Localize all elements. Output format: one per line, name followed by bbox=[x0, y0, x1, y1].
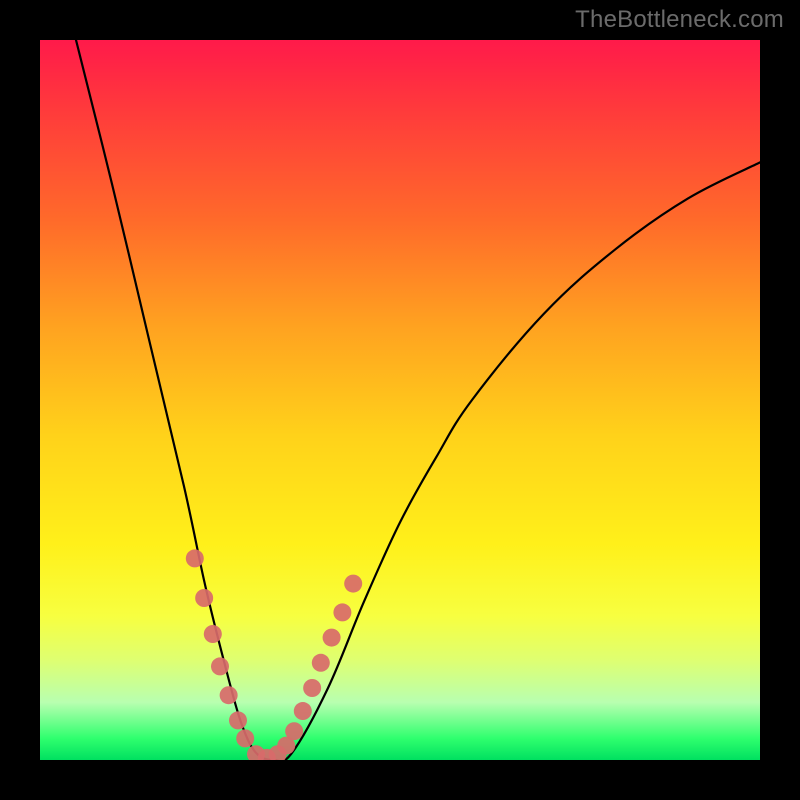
bottleneck-curve bbox=[76, 40, 760, 760]
watermark-text: TheBottleneck.com bbox=[575, 6, 784, 34]
highlight-marker bbox=[204, 625, 222, 643]
highlight-marker bbox=[285, 722, 303, 740]
highlight-marker bbox=[303, 679, 321, 697]
highlight-marker bbox=[294, 702, 312, 720]
highlight-marker bbox=[211, 657, 229, 675]
plot-area bbox=[40, 40, 760, 760]
curve-svg bbox=[40, 40, 760, 760]
highlight-markers bbox=[186, 549, 362, 760]
chart-frame: TheBottleneck.com bbox=[0, 0, 800, 800]
highlight-marker bbox=[229, 711, 247, 729]
highlight-marker bbox=[195, 589, 213, 607]
highlight-marker bbox=[220, 686, 238, 704]
highlight-marker bbox=[312, 654, 330, 672]
highlight-marker bbox=[186, 549, 204, 567]
highlight-marker bbox=[323, 629, 341, 647]
highlight-marker bbox=[344, 575, 362, 593]
highlight-marker bbox=[333, 603, 351, 621]
highlight-marker bbox=[236, 729, 254, 747]
